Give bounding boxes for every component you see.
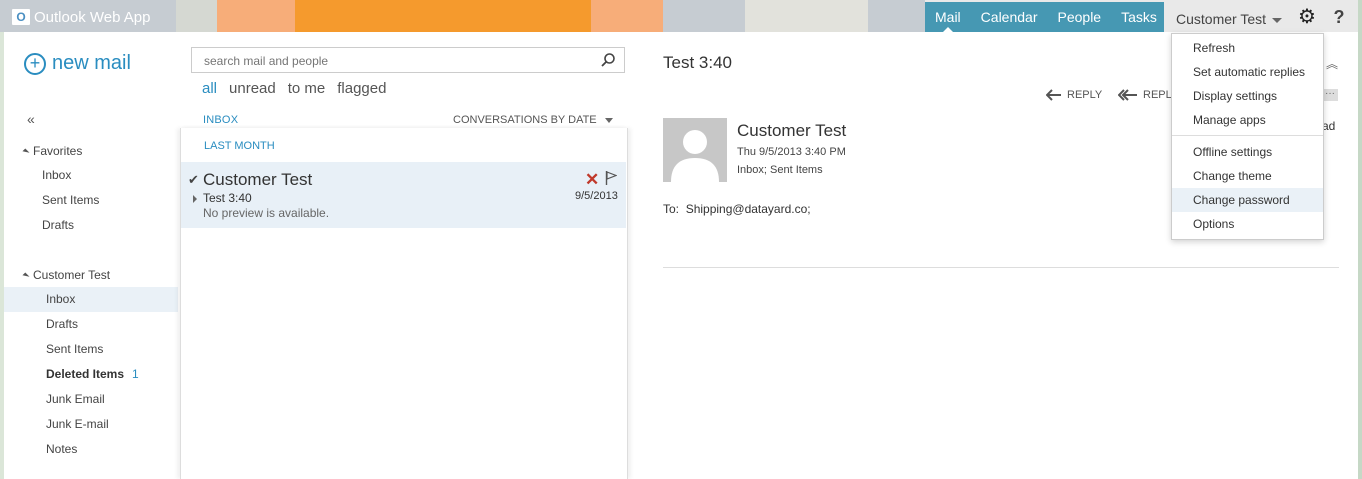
- sent-date: Thu 9/5/2013 3:40 PM: [737, 146, 846, 158]
- favorites-header[interactable]: Favorites: [22, 144, 83, 158]
- mailbox-header-label: Customer Test: [33, 268, 111, 282]
- menu-item-change-theme[interactable]: Change theme: [1172, 164, 1323, 188]
- user-menu-button[interactable]: Customer Test: [1164, 2, 1290, 32]
- favorites-item-drafts[interactable]: Drafts: [42, 213, 74, 238]
- chevron-up-icon[interactable]: ︽: [1326, 55, 1338, 72]
- current-folder-label: INBOX: [203, 114, 239, 126]
- message-sender: Customer Test: [203, 170, 313, 189]
- menu-separator: [1172, 135, 1323, 136]
- filter-all[interactable]: all: [202, 80, 217, 97]
- filter-flagged[interactable]: flagged: [337, 80, 386, 97]
- menu-item-offline-settings[interactable]: Offline settings: [1172, 140, 1323, 164]
- message-date: 9/5/2013: [575, 190, 618, 202]
- filter-unread[interactable]: unread: [229, 80, 276, 97]
- folder-sent-items[interactable]: Sent Items: [46, 337, 103, 362]
- sort-dropdown[interactable]: CONVERSATIONS BY DATE: [453, 114, 613, 126]
- outlook-logo-icon: O: [12, 9, 30, 25]
- recipient-line: To: Shipping@datayard.co;: [663, 202, 811, 216]
- menu-item-options[interactable]: Options: [1172, 212, 1323, 236]
- message-preview: No preview is available.: [203, 206, 330, 220]
- folder-junk-email[interactable]: Junk Email: [46, 387, 105, 412]
- nav-people[interactable]: People: [1048, 2, 1112, 32]
- expand-triangle-icon: [22, 148, 30, 156]
- chevron-down-icon: [1272, 17, 1282, 23]
- group-header: LAST MONTH: [204, 140, 275, 152]
- favorites-header-label: Favorites: [33, 144, 83, 158]
- menu-item-display-settings[interactable]: Display settings: [1172, 84, 1323, 108]
- filter-to-me[interactable]: to me: [288, 80, 326, 97]
- search-icon[interactable]: [600, 52, 616, 68]
- to-label: To:: [663, 202, 680, 216]
- recipient-address[interactable]: Shipping@datayard.co;: [686, 202, 811, 216]
- reply-all-arrow-icon: [1118, 89, 1137, 101]
- sender-name[interactable]: Customer Test: [737, 121, 846, 141]
- folder-deleted-items[interactable]: Deleted Items 1: [46, 362, 139, 387]
- left-border: [0, 32, 4, 479]
- reading-pane-subject: Test 3:40: [663, 53, 732, 72]
- unread-count-badge: 1: [132, 367, 139, 381]
- truncated-action-label[interactable]: ad: [1322, 119, 1335, 133]
- sort-label: CONVERSATIONS BY DATE: [453, 114, 597, 126]
- folder-drafts[interactable]: Drafts: [46, 312, 78, 337]
- favorites-item-inbox[interactable]: Inbox: [42, 163, 71, 188]
- folder-notes[interactable]: Notes: [46, 437, 77, 462]
- menu-item-set-automatic-replies[interactable]: Set automatic replies: [1172, 60, 1323, 84]
- message-subject: Test 3:40: [203, 191, 252, 205]
- menu-item-refresh[interactable]: Refresh: [1172, 36, 1323, 60]
- delete-icon[interactable]: ✕: [585, 170, 599, 190]
- user-name: Customer Test: [1176, 11, 1266, 27]
- new-mail-button[interactable]: + new mail: [24, 52, 131, 75]
- chevron-down-icon: [604, 117, 613, 123]
- new-mail-label: new mail: [52, 52, 131, 74]
- expand-triangle-icon: [22, 272, 30, 280]
- flag-icon[interactable]: [605, 171, 617, 185]
- reply-button[interactable]: REPLY: [1046, 89, 1102, 101]
- more-actions-icon[interactable]: ···: [1322, 89, 1338, 101]
- message-list-item[interactable]: ✔ Customer Test Test 3:40 No preview is …: [181, 162, 626, 228]
- nav-calendar[interactable]: Calendar: [971, 2, 1048, 32]
- checkmark-icon[interactable]: ✔: [188, 172, 199, 188]
- avatar: [663, 118, 727, 182]
- folder-deleted-items-label: Deleted Items: [46, 367, 125, 381]
- nav-mail[interactable]: Mail: [925, 2, 971, 32]
- reply-all-button[interactable]: REPLY: [1118, 89, 1178, 101]
- mailbox-header[interactable]: Customer Test: [22, 268, 111, 282]
- nav-tasks[interactable]: Tasks: [1111, 2, 1167, 32]
- search-input[interactable]: [202, 53, 596, 69]
- right-border: [1358, 0, 1362, 479]
- app-title: Outlook Web App: [34, 8, 151, 26]
- plus-circle-icon: +: [24, 52, 46, 75]
- filter-bar: all unread to me flagged: [202, 80, 386, 97]
- menu-item-change-password[interactable]: Change password: [1172, 188, 1323, 212]
- reply-arrow-icon: [1046, 89, 1061, 101]
- folder-inbox[interactable]: Inbox: [4, 287, 178, 312]
- help-icon[interactable]: ?: [1324, 2, 1354, 32]
- collapse-icon[interactable]: «: [27, 111, 35, 127]
- expand-conversation-icon[interactable]: [193, 195, 197, 203]
- divider: [663, 267, 1339, 268]
- folder-junk-e-mail[interactable]: Junk E-mail: [46, 412, 109, 437]
- favorites-item-sent-items[interactable]: Sent Items: [42, 188, 99, 213]
- menu-item-manage-apps[interactable]: Manage apps: [1172, 108, 1323, 132]
- gear-icon[interactable]: ⚙: [1292, 2, 1322, 32]
- top-navigation: Mail Calendar People Tasks: [925, 2, 1167, 32]
- app-logo: O Outlook Web App: [12, 7, 150, 27]
- reply-label: REPLY: [1067, 89, 1103, 101]
- message-folders: Inbox; Sent Items: [737, 164, 823, 176]
- search-box: [191, 47, 625, 73]
- settings-dropdown-menu: Refresh Set automatic replies Display se…: [1171, 33, 1324, 240]
